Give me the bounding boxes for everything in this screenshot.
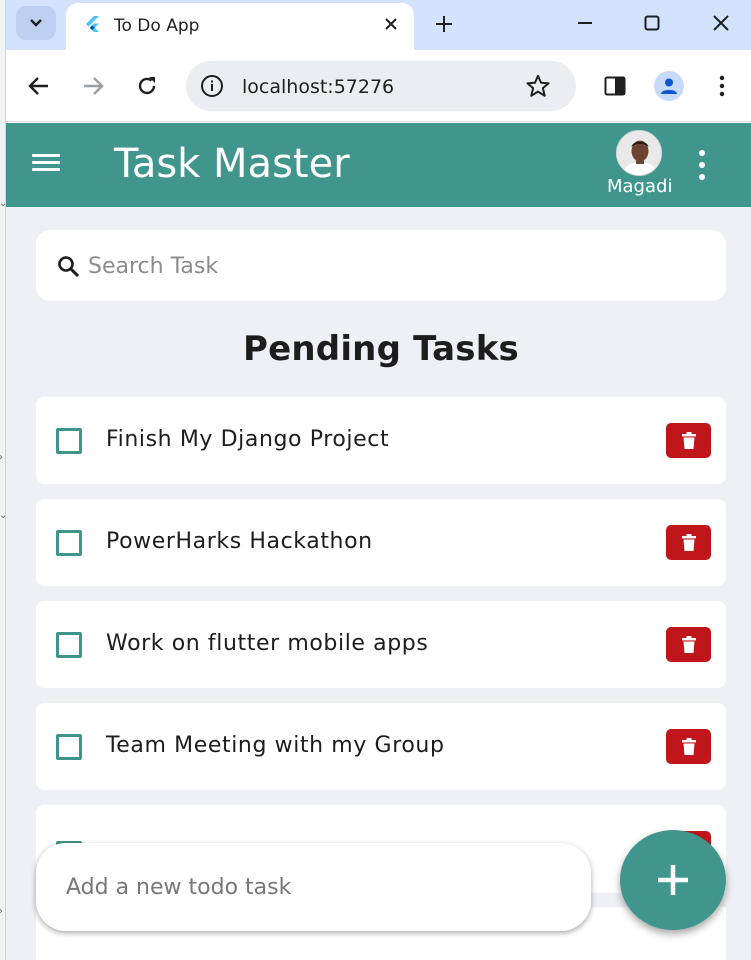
app-viewport: Task Master Magadi Pending Tasks Finish … <box>6 123 751 960</box>
task-label: Work on flutter mobile apps <box>106 631 429 656</box>
trash-icon <box>681 534 696 551</box>
star-icon[interactable] <box>525 73 551 99</box>
plus-icon <box>436 16 452 32</box>
task-item: PowerHarks Hackathon <box>36 499 726 586</box>
back-arrow-icon <box>28 77 48 95</box>
task-checkbox[interactable] <box>56 734 82 760</box>
trash-icon <box>681 432 696 449</box>
side-panel-button[interactable] <box>599 70 631 102</box>
more-vert-icon <box>719 75 725 97</box>
chevron-right-icon: › <box>0 452 3 463</box>
delete-task-button[interactable] <box>666 729 711 764</box>
browser-tab[interactable]: To Do App <box>66 3 414 50</box>
profile-button[interactable] <box>654 71 684 101</box>
minimize-button[interactable] <box>565 8 605 38</box>
new-tab-button[interactable] <box>430 10 458 38</box>
close-window-button[interactable] <box>701 8 741 38</box>
browser-toolbar: localhost:57276 <box>0 50 751 122</box>
delete-task-button[interactable] <box>666 627 711 662</box>
background-window-edge: ⌄ › ⌄ › <box>0 0 8 960</box>
tab-title: To Do App <box>114 16 200 36</box>
maximize-icon <box>644 15 660 31</box>
user-photo-icon <box>617 131 661 175</box>
tab-search-button[interactable] <box>16 6 56 40</box>
chevron-down-icon: ⌄ <box>0 510 8 521</box>
forward-arrow-icon <box>84 77 104 95</box>
app-menu-button[interactable] <box>692 150 712 180</box>
app-bar: Task Master Magadi <box>6 123 751 207</box>
avatar[interactable] <box>616 130 662 176</box>
delete-task-button[interactable] <box>666 423 711 458</box>
task-item: Work on flutter mobile apps <box>36 601 726 688</box>
app-title: Task Master <box>114 141 350 187</box>
trash-icon <box>681 636 696 653</box>
chevron-down-icon <box>30 19 42 27</box>
maximize-button[interactable] <box>632 8 672 38</box>
task-checkbox[interactable] <box>56 530 82 556</box>
search-box <box>36 230 726 301</box>
browser-menu-button[interactable] <box>706 70 738 102</box>
reload-icon <box>138 77 156 95</box>
delete-task-button[interactable] <box>666 525 711 560</box>
chevron-down-icon: ⌄ <box>0 198 8 209</box>
close-icon <box>713 15 729 31</box>
search-input[interactable] <box>88 248 688 284</box>
task-label: Team Meeting with my Group <box>106 733 445 758</box>
task-label: PowerHarks Hackathon <box>106 529 373 554</box>
reload-button[interactable] <box>131 70 163 102</box>
task-label: Finish My Django Project <box>106 427 390 452</box>
flutter-icon <box>86 16 99 32</box>
trash-icon <box>681 738 696 755</box>
forward-button[interactable] <box>77 70 109 102</box>
task-item: Team Meeting with my Group <box>36 703 726 790</box>
close-icon <box>385 18 397 30</box>
add-task-input[interactable] <box>66 869 566 905</box>
task-checkbox[interactable] <box>56 632 82 658</box>
chevron-right-icon: › <box>0 906 3 917</box>
tab-strip: To Do App <box>0 0 751 50</box>
address-bar[interactable]: localhost:57276 <box>186 61 576 111</box>
search-icon <box>58 256 80 278</box>
minimize-icon <box>578 22 592 24</box>
url-text[interactable]: localhost:57276 <box>242 76 394 98</box>
add-task-button[interactable] <box>620 830 726 930</box>
task-checkbox[interactable] <box>56 428 82 454</box>
hamburger-menu-button[interactable] <box>32 150 64 180</box>
back-button[interactable] <box>23 70 55 102</box>
side-panel-icon <box>604 76 626 96</box>
person-icon <box>661 78 677 94</box>
plus-icon <box>658 865 688 895</box>
close-tab-button[interactable] <box>380 13 402 35</box>
section-title: Pending Tasks <box>243 329 519 369</box>
user-name: Magadi <box>607 176 673 197</box>
info-icon[interactable] <box>200 74 224 98</box>
add-task-bar <box>36 843 591 931</box>
task-item: Finish My Django Project <box>36 397 726 484</box>
